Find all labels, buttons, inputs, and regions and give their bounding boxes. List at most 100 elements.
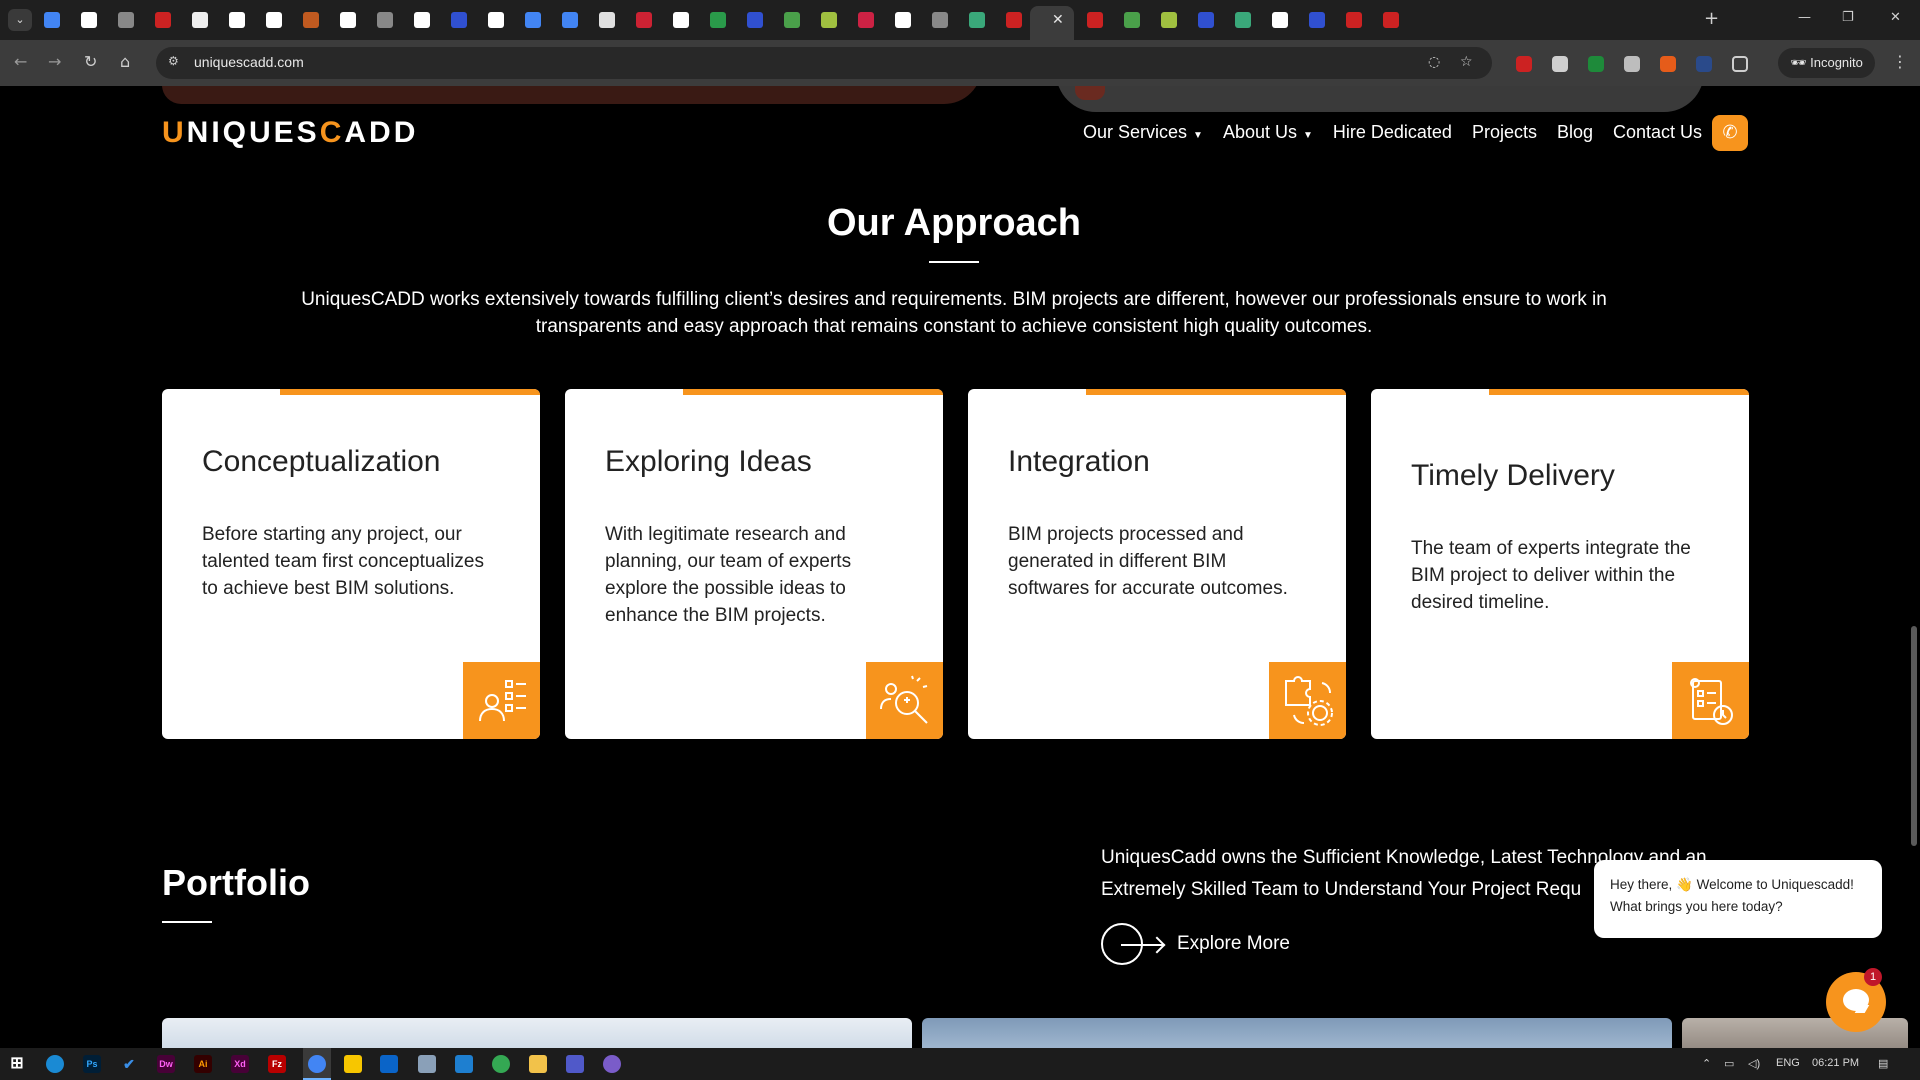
tab-favicon-icon[interactable]: [451, 12, 467, 28]
notepad-icon[interactable]: [418, 1055, 436, 1073]
new-tab-button[interactable]: +: [1704, 8, 1719, 29]
puzzle-extensions-icon[interactable]: [1732, 56, 1748, 72]
camera-extension-icon[interactable]: [1624, 56, 1640, 72]
clock[interactable]: 06:21 PM: [1812, 1057, 1859, 1069]
tab-favicon-icon[interactable]: [1235, 12, 1251, 28]
checkmark-app-icon[interactable]: ✔: [120, 1055, 138, 1073]
approach-card: Exploring Ideas With legitimate research…: [565, 389, 943, 739]
nav-contact-us[interactable]: Contact Us: [1613, 122, 1702, 143]
menu-kebab-icon[interactable]: ⋮: [1892, 52, 1908, 71]
tab-favicon-icon[interactable]: [44, 12, 60, 28]
tray-overflow-icon[interactable]: ⌃: [1702, 1057, 1711, 1070]
home-icon[interactable]: ⌂: [120, 52, 130, 71]
tab-favicon-icon[interactable]: [1006, 12, 1022, 28]
nav-our-services[interactable]: Our Services ▼: [1083, 122, 1203, 143]
reload-icon[interactable]: ↻: [84, 52, 97, 71]
tab-favicon-icon[interactable]: [414, 12, 430, 28]
nav-hire-dedicated[interactable]: Hire Dedicated: [1333, 122, 1452, 143]
teams-icon[interactable]: [566, 1055, 584, 1073]
tab-favicon-icon[interactable]: [636, 12, 652, 28]
minimize-button[interactable]: —: [1798, 10, 1811, 25]
windows-start-icon[interactable]: ⊞: [8, 1055, 26, 1073]
eye-off-icon[interactable]: ◌: [1428, 54, 1440, 70]
tab-favicon-icon[interactable]: [1124, 12, 1140, 28]
nav-blog[interactable]: Blog: [1557, 122, 1593, 143]
phone-call-button[interactable]: ✆: [1712, 115, 1748, 151]
outlook-icon[interactable]: [380, 1055, 398, 1073]
window-close-button[interactable]: ✕: [1890, 10, 1901, 25]
tab-favicon-icon[interactable]: [969, 12, 985, 28]
extension-icon[interactable]: [1696, 56, 1712, 72]
nav-projects[interactable]: Projects: [1472, 122, 1537, 143]
tab-favicon-icon[interactable]: [710, 12, 726, 28]
site-logo[interactable]: UNIQUESCADD: [162, 116, 418, 150]
forward-icon[interactable]: →: [48, 52, 61, 71]
edge-icon[interactable]: [46, 1055, 64, 1073]
tab-favicon-icon[interactable]: [377, 12, 393, 28]
xd-icon[interactable]: Xd: [231, 1055, 249, 1073]
tab-favicon-icon[interactable]: [599, 12, 615, 28]
tab-favicon-icon[interactable]: [81, 12, 97, 28]
photoshop-icon[interactable]: Ps: [83, 1055, 101, 1073]
chrome-alt-icon[interactable]: [492, 1055, 510, 1073]
tab-favicon-icon[interactable]: [932, 12, 948, 28]
card-accent-bar: [683, 389, 943, 395]
notifications-icon[interactable]: ▤: [1878, 1057, 1888, 1070]
tab-favicon-icon[interactable]: [821, 12, 837, 28]
explore-more-link[interactable]: Explore More: [1101, 923, 1290, 965]
address-bar[interactable]: ⚙ uniquescadd.com ◌ ☆: [156, 47, 1492, 79]
nav-about-us[interactable]: About Us ▼: [1223, 122, 1313, 143]
site-info-icon[interactable]: ⚙: [168, 54, 184, 70]
tab-favicon-icon[interactable]: [525, 12, 541, 28]
tab-favicon-icon[interactable]: [1087, 12, 1103, 28]
tab-favicon-icon[interactable]: [1161, 12, 1177, 28]
active-tab[interactable]: ✕: [1030, 6, 1074, 40]
chat-welcome-bubble[interactable]: Hey there, 👋 Welcome to Uniquescadd! Wha…: [1594, 860, 1882, 938]
tab-favicon-icon[interactable]: [747, 12, 763, 28]
tab-favicon-icon[interactable]: [192, 12, 208, 28]
tab-favicon-icon[interactable]: [118, 12, 134, 28]
extension-icon[interactable]: [1588, 56, 1604, 72]
tab-search-button[interactable]: ⌄: [8, 9, 32, 31]
language-indicator[interactable]: ENG: [1776, 1057, 1800, 1069]
tab-favicon-icon[interactable]: [673, 12, 689, 28]
github-desktop-icon[interactable]: [603, 1055, 621, 1073]
tab-favicon-icon[interactable]: [1309, 12, 1325, 28]
vscode-icon[interactable]: [455, 1055, 473, 1073]
volume-icon[interactable]: ◁): [1748, 1057, 1760, 1070]
tab-favicon-icon[interactable]: [155, 12, 171, 28]
scrollbar-thumb[interactable]: [1911, 626, 1917, 846]
extension-icon[interactable]: [1660, 56, 1676, 72]
chrome-icon[interactable]: [308, 1055, 326, 1073]
back-icon[interactable]: ←: [14, 52, 27, 71]
sticky-notes-icon[interactable]: [344, 1055, 362, 1073]
portfolio-thumbnail[interactable]: [922, 1018, 1672, 1048]
close-tab-icon[interactable]: ✕: [1052, 12, 1064, 28]
bookmark-star-icon[interactable]: ☆: [1460, 54, 1473, 70]
tab-favicon-icon[interactable]: [340, 12, 356, 28]
incognito-badge[interactable]: 🕶 Incognito: [1778, 48, 1875, 78]
tab-favicon-icon[interactable]: [266, 12, 282, 28]
tab-favicon-icon[interactable]: [562, 12, 578, 28]
restore-button[interactable]: ❐: [1842, 10, 1854, 25]
tab-favicon-icon[interactable]: [488, 12, 504, 28]
filezilla-icon[interactable]: Fz: [268, 1055, 286, 1073]
page-scrollbar[interactable]: [1908, 86, 1920, 1048]
tab-favicon-icon[interactable]: [1383, 12, 1399, 28]
tab-favicon-icon[interactable]: [303, 12, 319, 28]
extension-icon[interactable]: [1552, 56, 1568, 72]
portfolio-thumbnail[interactable]: [162, 1018, 912, 1048]
tab-favicon-icon[interactable]: [895, 12, 911, 28]
url-text[interactable]: uniquescadd.com: [194, 54, 304, 70]
tab-favicon-icon[interactable]: [1272, 12, 1288, 28]
extension-icon[interactable]: [1516, 56, 1532, 72]
tab-favicon-icon[interactable]: [858, 12, 874, 28]
tab-favicon-icon[interactable]: [784, 12, 800, 28]
tab-favicon-icon[interactable]: [229, 12, 245, 28]
file-explorer-icon[interactable]: [529, 1055, 547, 1073]
illustrator-icon[interactable]: Ai: [194, 1055, 212, 1073]
network-icon[interactable]: ▭: [1724, 1057, 1734, 1070]
tab-favicon-icon[interactable]: [1346, 12, 1362, 28]
tab-favicon-icon[interactable]: [1198, 12, 1214, 28]
dreamweaver-icon[interactable]: Dw: [157, 1055, 175, 1073]
